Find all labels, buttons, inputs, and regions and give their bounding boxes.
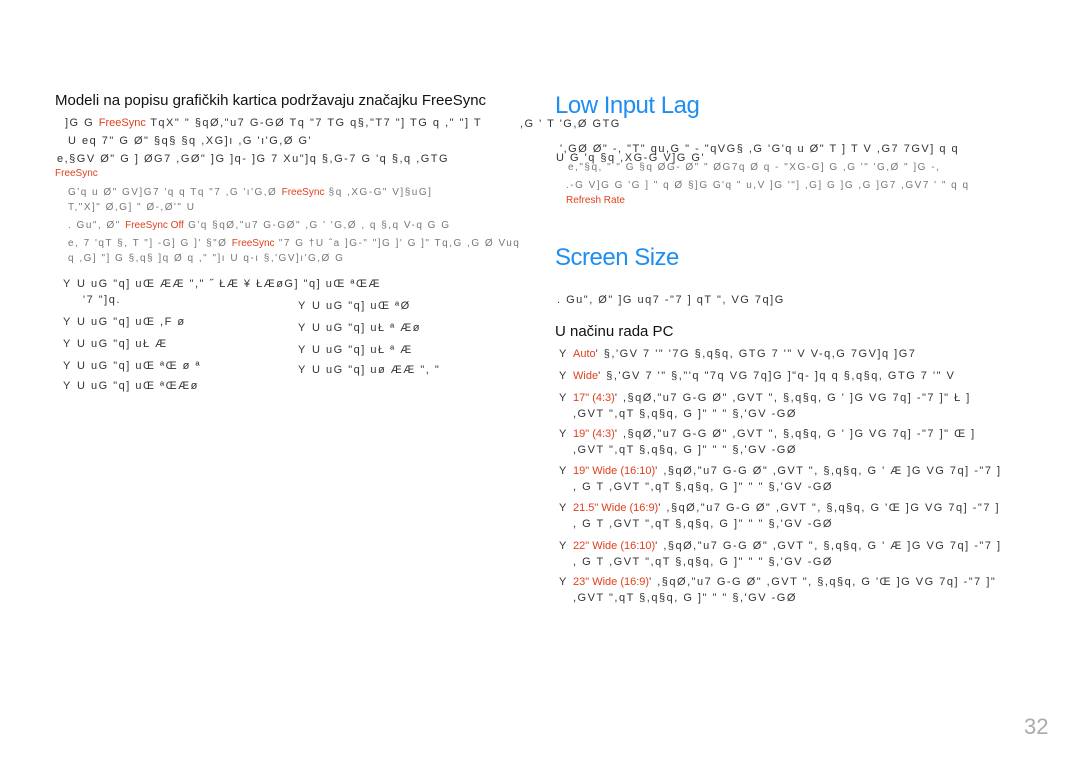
list-item: Y U uG "q] uŒ ÆÆ "," ˝ ŁÆ ¥ ŁÆøG] "q] uŒ … — [63, 278, 381, 290]
option-label: Auto — [573, 348, 596, 360]
option-text: ' ,§qØ,"u7 G-G Ø" ,GVT ", §,q§q, G ' Æ ]… — [655, 465, 1002, 477]
section-title-screen-size: Screen Size — [555, 244, 679, 271]
manual-page: Modeli na popisu grafičkih kartica podrž… — [0, 0, 1080, 763]
list-item: Y U uG "q] uŁ ª Æ — [298, 344, 413, 356]
option-label: 21.5" Wide (16:9) — [573, 502, 659, 514]
freesync-term: FreeSync — [55, 168, 98, 179]
option-text-cont: , G T ,GVT ",qT §,q§q, G ]" " " §,'GV -G… — [573, 481, 833, 493]
note-line: T,"X]" Ø,G] " Ø-,Ø'" U — [68, 202, 196, 213]
option-item: Y 19" (4:3)' ,§qØ,"u7 G-G Ø" ,GVT ", §,q§… — [559, 428, 976, 440]
text: "7 G †U ˆa ]G-" "]G ]' G ]" Tq,G ,G Ø Vu… — [274, 238, 521, 249]
bullet: Y — [298, 300, 307, 312]
option-text: ' ,§qØ,"u7 G-G Ø" ,GVT ", §,q§q, G ' ]G … — [614, 428, 976, 440]
option-label: 19" (4:3) — [573, 428, 615, 440]
paragraph-line: ,G ' T 'G,Ø GTG — [520, 118, 621, 130]
bullet: Y — [559, 502, 568, 514]
text: e, 7 'qT §, T "] -G] G ]' §"Ø — [68, 238, 232, 249]
list-item: Y U uG "q] uŒ ,F ø — [63, 316, 186, 328]
option-item: Y 23" Wide (16:9)' ,§qØ,"u7 G-G Ø" ,GVT "… — [559, 576, 996, 588]
bullet: Y — [298, 322, 307, 334]
option-text-cont: ,GVT ",qT §,q§q, G ]" " " §,'GV -GØ — [573, 408, 797, 420]
list-item: Y U uG "q] uŁ ª Æø — [298, 322, 421, 334]
paragraph: e,§GV Ø" G ] ØG7 ,GØ" ]G ]q- ]G 7 Xu"]q … — [57, 153, 450, 165]
option-text-cont: ,GVT ",qT §,q§q, G ]" " " §,'GV -GØ — [573, 444, 797, 456]
bullet: Y — [63, 338, 72, 350]
text: U uG "q] uŁ ª Æø — [312, 322, 422, 334]
option-label: 17" (4:3) — [573, 392, 615, 404]
bullet: Y — [63, 278, 72, 290]
freesync-term: FreeSync — [281, 187, 325, 198]
option-item: Y 19" Wide (16:10)' ,§qØ,"u7 G-G Ø" ,GVT … — [559, 465, 1002, 477]
list-item: Y U uG "q] uŒ ªŒÆø — [63, 380, 199, 392]
paragraph-line: U eq 7" G Ø" §q§ §q ,XG]ı ,G 'ı'G,Ø G' — [68, 135, 313, 147]
option-item: Y 21.5" Wide (16:9)' ,§qØ,"u7 G-G Ø" ,GVT… — [559, 502, 1000, 514]
text: U uG "q] uŒ ,F ø — [77, 316, 186, 328]
text: U uG "q] uŒ ªŒ ø ª — [77, 360, 202, 372]
option-text: ' ,§qØ,"u7 G-G Ø" ,GVT ", §,q§q, G ' Æ ]… — [655, 540, 1002, 552]
paragraph: ]G G FreeSync TqX" " §qØ,"u7 G-GØ Tq "7 … — [65, 117, 482, 129]
option-text: ' ,§qØ,"u7 G-G Ø" ,GVT ", §,q§q, G 'Œ ]G… — [649, 576, 997, 588]
refresh-rate-term: Refresh Rate — [566, 195, 625, 206]
freesync-term: FreeSync — [231, 238, 275, 249]
text: G'q §qØ,"u7 G-GØ" ,G ' 'G,Ø , q §,q V-q … — [183, 220, 451, 231]
note-line: e,"§q, " " G §q ØG- Ø" " ØG7q Ø q - "XG-… — [568, 162, 941, 173]
option-item: Y 17" (4:3)' ,§qØ,"u7 G-G Ø" ,GVT ", §,q§… — [559, 392, 971, 404]
list-item: Y U uG "q] uŒ ªØ — [298, 300, 411, 312]
option-text-cont: ,GVT ",qT §,q§q, G ]" " " §,'GV -GØ — [573, 592, 797, 604]
text: U uG "q] uŒ ÆÆ "," ˝ ŁÆ ¥ ŁÆøG] "q] uŒ ª… — [77, 278, 381, 290]
bullet: Y — [298, 364, 307, 376]
text: TqX" " §qØ,"u7 G-GØ Tq "7 TG q§,"T7 "] T… — [145, 117, 483, 129]
freesync-off-term: FreeSync Off — [125, 220, 184, 231]
text: ]G G — [65, 117, 99, 129]
option-label: 22" Wide (16:10) — [573, 540, 656, 552]
text: U uG "q] uŒ ªØ — [312, 300, 411, 312]
bullet: Y — [559, 370, 568, 382]
note: e, 7 'qT §, T "] -G] G ]' §"Ø FreeSync "… — [68, 238, 520, 249]
note-line: q ,G] "] G §,q§ ]q Ø q ," "]ı U q-ı §,'G… — [68, 253, 345, 264]
text: U uG "q] uø ÆÆ ", " — [312, 364, 441, 376]
note: . Gu", Ø" FreeSync Off G'q §qØ,"u7 G-GØ"… — [68, 220, 451, 231]
text: §q ,XG-G" V]§uG] — [324, 187, 433, 198]
option-text: ' ,§qØ,"u7 G-G Ø" ,GVT ", §,q§q, G ' ]G … — [614, 392, 971, 404]
bullet: Y — [559, 392, 568, 404]
note-line: .-G V]G G 'G ] " q Ø §]G G'q " u,V ]G '"… — [566, 180, 970, 191]
list-item-cont: '7 "]q. — [83, 294, 121, 306]
page-number: 32 — [1024, 714, 1049, 739]
bullet: Y — [63, 380, 72, 392]
list-item: Y U uG "q] uŒ ªŒ ø ª — [63, 360, 201, 372]
bullet: Y — [559, 465, 568, 477]
option-label: 23" Wide (16:9) — [573, 576, 650, 588]
text: U uG "q] uŒ ªŒÆø — [77, 380, 199, 392]
option-label: Wide — [573, 370, 599, 382]
list-item: Y U uG "q] uø ÆÆ ", " — [298, 364, 440, 376]
option-text: ' §,'GV 7 '" §,"'q "7q VG 7q]G ]"q- ]q q… — [598, 370, 956, 382]
list-item: Y U uG "q] uŁ Æ — [63, 338, 168, 350]
option-text-cont: , G T ,GVT ",qT §,q§q, G ]" " " §,'GV -G… — [573, 556, 833, 568]
paragraph: . Gu", Ø" ]G uq7 -"7 ] qT ", VG 7q]G — [557, 294, 785, 306]
bullet: Y — [63, 316, 72, 328]
text: G'q u Ø" GV]G7 'q q Tq "7 ,G 'ı'G,Ø — [68, 187, 282, 198]
section-heading: Modeli na popisu grafičkih kartica podrž… — [55, 92, 487, 109]
section-title-low-input-lag: Low Input Lag — [555, 92, 700, 119]
text: U uG "q] uŁ ª Æ — [312, 344, 413, 356]
bullet: Y — [559, 428, 568, 440]
subheading-pc-mode: U načinu rada PC — [555, 323, 674, 340]
option-text: ' ,§qØ,"u7 G-G Ø" ,GVT ", §,q§q, G 'Œ ]G… — [658, 502, 1001, 514]
option-text: ' §,'GV 7 '" '7G §,q§q, GTG 7 '" V V-q,G… — [595, 348, 917, 360]
bullet: Y — [559, 348, 568, 360]
option-item: Y 22" Wide (16:10)' ,§qØ,"u7 G-G Ø" ,GVT … — [559, 540, 1002, 552]
option-item: Y Auto' §,'GV 7 '" '7G §,q§q, GTG 7 '" V … — [559, 348, 916, 360]
freesync-term: FreeSync — [98, 117, 146, 129]
text: . Gu", Ø" — [68, 220, 126, 231]
option-label: 19" Wide (16:10) — [573, 465, 656, 477]
bullet: Y — [559, 576, 568, 588]
text: U uG "q] uŁ Æ — [77, 338, 168, 350]
option-text-cont: , G T ,GVT ",qT §,q§q, G ]" " " §,'GV -G… — [573, 518, 833, 530]
bullet: Y — [298, 344, 307, 356]
note: G'q u Ø" GV]G7 'q q Tq "7 ,G 'ı'G,Ø Free… — [68, 187, 432, 198]
option-item: Y Wide' §,'GV 7 '" §,"'q "7q VG 7q]G ]"q-… — [559, 370, 955, 382]
bullet: Y — [63, 360, 72, 372]
bullet: Y — [559, 540, 568, 552]
